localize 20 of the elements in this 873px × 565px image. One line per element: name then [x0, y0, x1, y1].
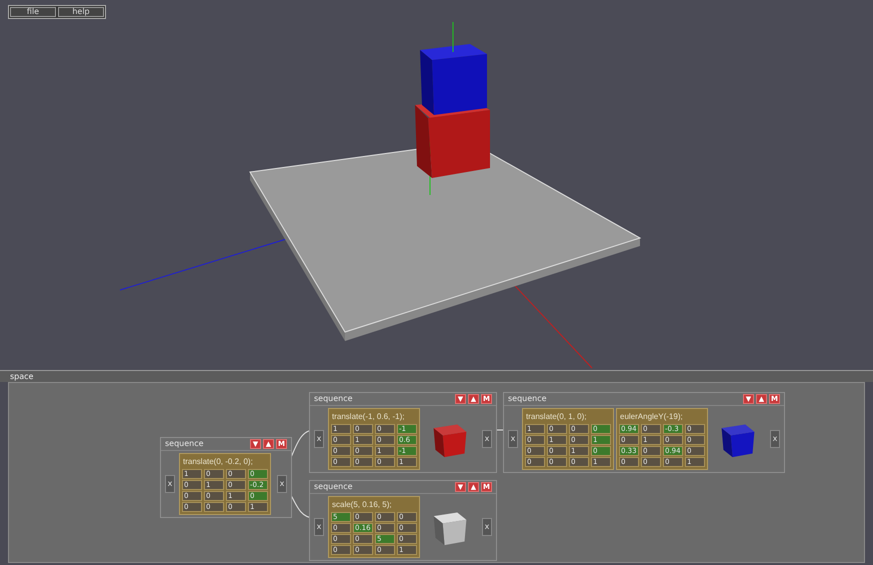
node-title: sequence	[508, 394, 547, 404]
input-port[interactable]: x	[508, 430, 518, 448]
node-title: sequence	[314, 394, 353, 404]
menu-button[interactable]: file	[10, 7, 56, 17]
panel-title: space	[10, 370, 34, 382]
node-title: sequence	[314, 482, 353, 492]
matrix-label: translate(-1, 0.6, -1);	[331, 411, 406, 423]
matrix-label: translate(0, -0.2, 0);	[182, 456, 254, 468]
input-port[interactable]: x	[314, 518, 324, 536]
output-port[interactable]: x	[482, 518, 492, 536]
output-port[interactable]: x	[482, 430, 492, 448]
menu-button[interactable]: help	[58, 7, 104, 17]
input-port[interactable]: x	[165, 475, 175, 493]
matrix-label: eulerAngleY(-19);	[619, 411, 684, 423]
matrix-label: translate(0, 1, 0);	[525, 411, 588, 423]
output-port[interactable]: x	[770, 430, 780, 448]
node-title: sequence	[165, 439, 204, 449]
matrix-label: scale(5, 0.16, 5);	[331, 499, 393, 511]
output-port[interactable]: x	[277, 475, 287, 493]
input-port[interactable]: x	[314, 430, 324, 448]
